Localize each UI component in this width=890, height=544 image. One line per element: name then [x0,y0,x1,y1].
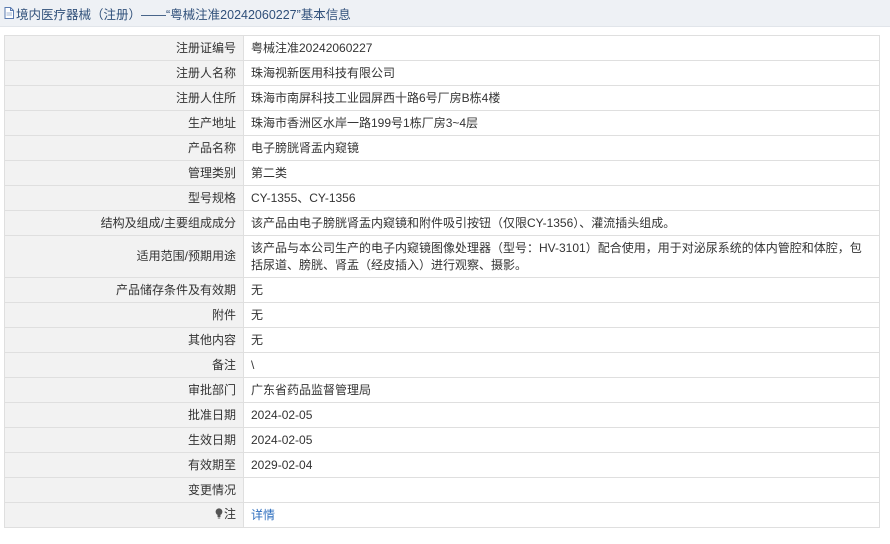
field-label: 结构及组成/主要组成成分 [4,210,244,236]
table-row: 产品名称 电子膀胱肾盂内窥镜 [4,135,880,161]
field-value: 第二类 [243,160,880,186]
field-label: 批准日期 [4,402,244,428]
page-header: 境内医疗器械（注册）——“粤械注准20242060227”基本信息 [0,0,890,27]
table-row: 结构及组成/主要组成成分 该产品由电子膀胱肾盂内窥镜和附件吸引按钮（仅限CY-1… [4,210,880,236]
table-row: 有效期至 2029-02-04 [4,452,880,478]
field-label: 管理类别 [4,160,244,186]
table-row: 其他内容 无 [4,327,880,353]
document-icon [4,7,14,19]
table-row: 型号规格 CY-1355、CY-1356 [4,185,880,211]
table-row: 适用范围/预期用途 该产品与本公司生产的电子内窥镜图像处理器（型号：HV-310… [4,235,880,278]
field-value: 珠海视新医用科技有限公司 [243,60,880,86]
field-label: 其他内容 [4,327,244,353]
field-value: \ [243,352,880,378]
field-value: 无 [243,277,880,303]
field-label: 注册证编号 [4,35,244,61]
field-label: 型号规格 [4,185,244,211]
table-row: 管理类别 第二类 [4,160,880,186]
field-value: 无 [243,302,880,328]
field-value: 珠海市香洲区水岸一路199号1栋厂房3~4层 [243,110,880,136]
note-row: 注 详情 [4,502,880,528]
table-row: 注册人名称 珠海视新医用科技有限公司 [4,60,880,86]
info-table: 注册证编号 粤械注准20242060227 注册人名称 珠海视新医用科技有限公司… [4,35,880,528]
field-value: 电子膀胱肾盂内窥镜 [243,135,880,161]
field-label: 产品储存条件及有效期 [4,277,244,303]
details-link[interactable]: 详情 [251,508,275,522]
table-row: 附件 无 [4,302,880,328]
field-label: 适用范围/预期用途 [4,235,244,278]
field-value: 2029-02-04 [243,452,880,478]
field-label: 备注 [4,352,244,378]
field-label: 产品名称 [4,135,244,161]
note-label-cell: 注 [4,502,244,528]
field-value: 珠海市南屏科技工业园屏西十路6号厂房B栋4楼 [243,85,880,111]
table-row: 变更情况 [4,477,880,503]
note-label: 注 [223,507,236,521]
field-label: 有效期至 [4,452,244,478]
table-row: 生产地址 珠海市香洲区水岸一路199号1栋厂房3~4层 [4,110,880,136]
field-label: 变更情况 [4,477,244,503]
note-value-cell: 详情 [243,502,880,528]
table-row: 注册证编号 粤械注准20242060227 [4,35,880,61]
lightbulb-icon [215,507,223,524]
field-value: 广东省药品监督管理局 [243,377,880,403]
field-value: 粤械注准20242060227 [243,35,880,61]
field-value: 2024-02-05 [243,427,880,453]
field-value: 无 [243,327,880,353]
field-value: CY-1355、CY-1356 [243,185,880,211]
field-label: 注册人住所 [4,85,244,111]
field-value: 该产品由电子膀胱肾盂内窥镜和附件吸引按钮（仅限CY-1356）、灌流插头组成。 [243,210,880,236]
field-label: 附件 [4,302,244,328]
table-row: 注册人住所 珠海市南屏科技工业园屏西十路6号厂房B栋4楼 [4,85,880,111]
field-value: 2024-02-05 [243,402,880,428]
field-value [243,477,880,503]
field-label: 生产地址 [4,110,244,136]
field-value: 该产品与本公司生产的电子内窥镜图像处理器（型号：HV-3101）配合使用，用于对… [243,235,880,278]
table-row: 生效日期 2024-02-05 [4,427,880,453]
table-row: 审批部门 广东省药品监督管理局 [4,377,880,403]
page-title: 境内医疗器械（注册）——“粤械注准20242060227”基本信息 [16,7,351,22]
field-label: 审批部门 [4,377,244,403]
field-label: 生效日期 [4,427,244,453]
table-row: 批准日期 2024-02-05 [4,402,880,428]
table-row: 产品储存条件及有效期 无 [4,277,880,303]
field-label: 注册人名称 [4,60,244,86]
table-row: 备注 \ [4,352,880,378]
